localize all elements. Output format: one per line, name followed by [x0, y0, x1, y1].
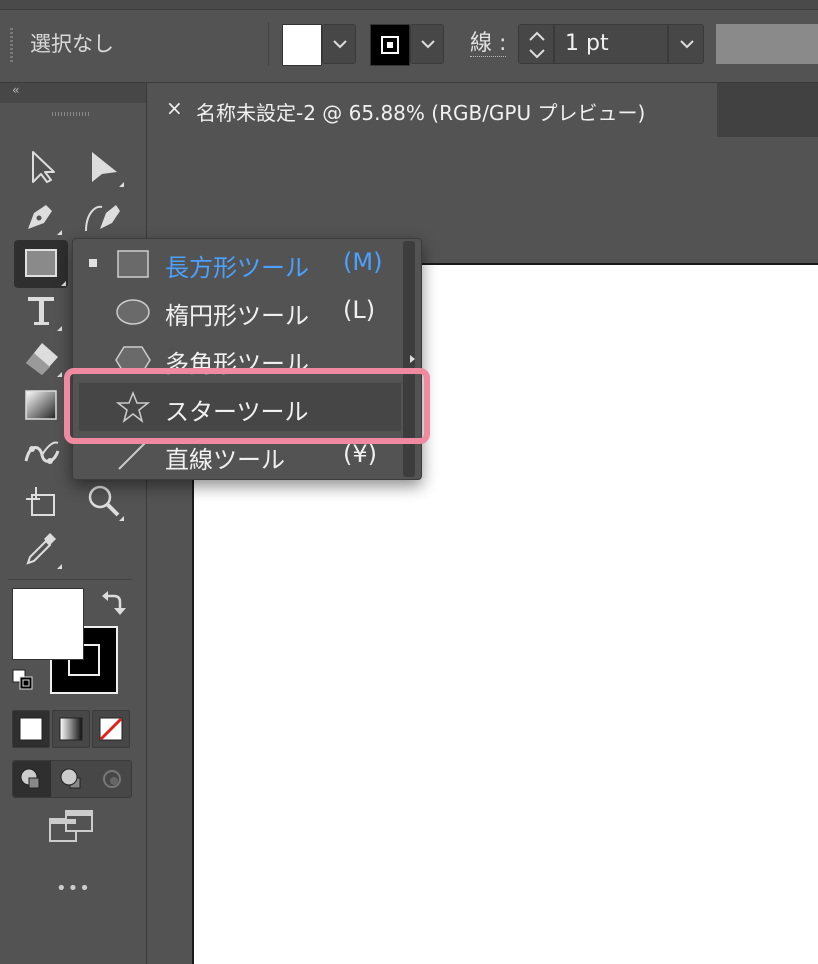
chevron-down-icon — [421, 40, 435, 49]
artboard-tool-button[interactable] — [20, 479, 64, 523]
direct-selection-tool-button[interactable] — [82, 145, 126, 189]
tools-panel-grip[interactable] — [52, 112, 90, 116]
puppet-warp-icon — [24, 441, 60, 464]
rectangle-tool-button[interactable] — [14, 240, 68, 288]
selection-arrow-icon — [32, 151, 55, 183]
draw-normal-icon — [20, 768, 40, 789]
close-tab-icon[interactable]: × — [166, 96, 183, 120]
tools-divider — [8, 579, 132, 580]
flyout-item-label: 直線ツール — [165, 446, 285, 474]
chevron-down-icon — [680, 40, 694, 49]
submenu-arrow-icon — [410, 355, 415, 363]
fill-swatch-front[interactable] — [12, 588, 84, 660]
screen-mode-icon — [49, 810, 93, 842]
draw-inside-icon — [103, 770, 121, 788]
star-tool-highlight-frame — [64, 368, 430, 444]
curvature-tool-button[interactable] — [82, 193, 126, 237]
screen-mode-button[interactable] — [48, 809, 96, 845]
gradient-mode-button[interactable] — [52, 710, 90, 748]
control-bar-divider — [268, 22, 269, 66]
control-bar-top-edge — [0, 0, 818, 10]
gradient-icon — [25, 390, 57, 420]
type-tool-button[interactable] — [20, 289, 64, 333]
draw-inside-button[interactable] — [92, 761, 131, 797]
flyout-item-shortcut: (¥) — [343, 440, 377, 468]
document-tab[interactable]: × 名称未設定-2 @ 65.88% (RGB/GPU プレビュー) — [148, 83, 717, 137]
edit-toolbar-button[interactable]: ••• — [56, 878, 91, 899]
control-bar-grip[interactable] — [10, 28, 13, 62]
selection-tool-button[interactable] — [20, 145, 64, 189]
draw-normal-button[interactable] — [13, 761, 51, 797]
solid-color-icon — [19, 717, 43, 741]
chevron-down-icon — [333, 40, 347, 49]
stroke-dropdown-button[interactable] — [410, 24, 444, 64]
flyout-item-rectangle-tool[interactable]: 長方形ツール (M) — [73, 239, 403, 287]
gradient-swatch-icon — [59, 717, 83, 741]
ellipse-icon — [116, 299, 150, 325]
color-mode-button[interactable] — [12, 710, 50, 748]
drawing-modes-group — [12, 760, 132, 798]
stroke-weight-value: 1 pt — [565, 31, 609, 56]
default-colors-icon — [12, 669, 33, 690]
flyout-item-label: 長方形ツール — [165, 254, 309, 282]
eyedropper-tool-button[interactable] — [20, 527, 64, 571]
default-fill-stroke-button[interactable] — [12, 669, 36, 693]
tools-panel: ‹‹ ••• — [0, 83, 147, 964]
rectangle-icon — [117, 250, 149, 278]
fill-color-swatch[interactable] — [282, 24, 322, 66]
flyout-item-ellipse-tool[interactable]: 楕円形ツール (L) — [73, 287, 403, 335]
puppet-warp-tool-button[interactable] — [20, 431, 64, 475]
flyout-item-label: 楕円形ツール — [165, 302, 309, 330]
curvature-pen-icon — [85, 205, 120, 232]
stroke-weight-dropdown-button[interactable] — [668, 24, 704, 64]
zoom-tool-button[interactable] — [82, 479, 126, 523]
none-color-button[interactable] — [92, 710, 130, 748]
document-tab-title: 名称未設定-2 @ 65.88% (RGB/GPU プレビュー) — [196, 101, 646, 125]
stroke-color-swatch[interactable] — [370, 24, 410, 66]
stepper-arrows-icon — [529, 31, 545, 59]
none-color-icon — [99, 717, 123, 741]
pen-tool-button[interactable] — [20, 193, 64, 237]
draw-behind-icon — [60, 768, 81, 789]
artboard-icon — [26, 487, 55, 516]
active-tool-bullet — [89, 259, 97, 267]
stroke-weight-label[interactable]: 線 : — [470, 32, 507, 57]
draw-behind-button[interactable] — [52, 761, 91, 797]
variable-width-profile-field[interactable] — [716, 24, 818, 64]
tools-panel-header: ‹‹ — [0, 83, 146, 103]
swap-fill-stroke-button[interactable] — [100, 588, 128, 616]
flyout-item-shortcut: (M) — [343, 248, 383, 276]
selection-status-label: 選択なし — [30, 32, 114, 56]
gradient-tool-button[interactable] — [20, 383, 64, 427]
rectangle-icon — [25, 249, 57, 277]
fill-dropdown-button[interactable] — [322, 24, 356, 64]
stroke-weight-stepper[interactable] — [518, 24, 554, 64]
eraser-tool-button[interactable] — [20, 335, 64, 379]
collapse-panel-icon[interactable]: ‹‹ — [12, 83, 19, 97]
stroke-weight-input[interactable]: 1 pt — [554, 24, 668, 64]
swap-arrow-icon — [102, 591, 126, 615]
flyout-item-shortcut: (L) — [343, 296, 376, 324]
